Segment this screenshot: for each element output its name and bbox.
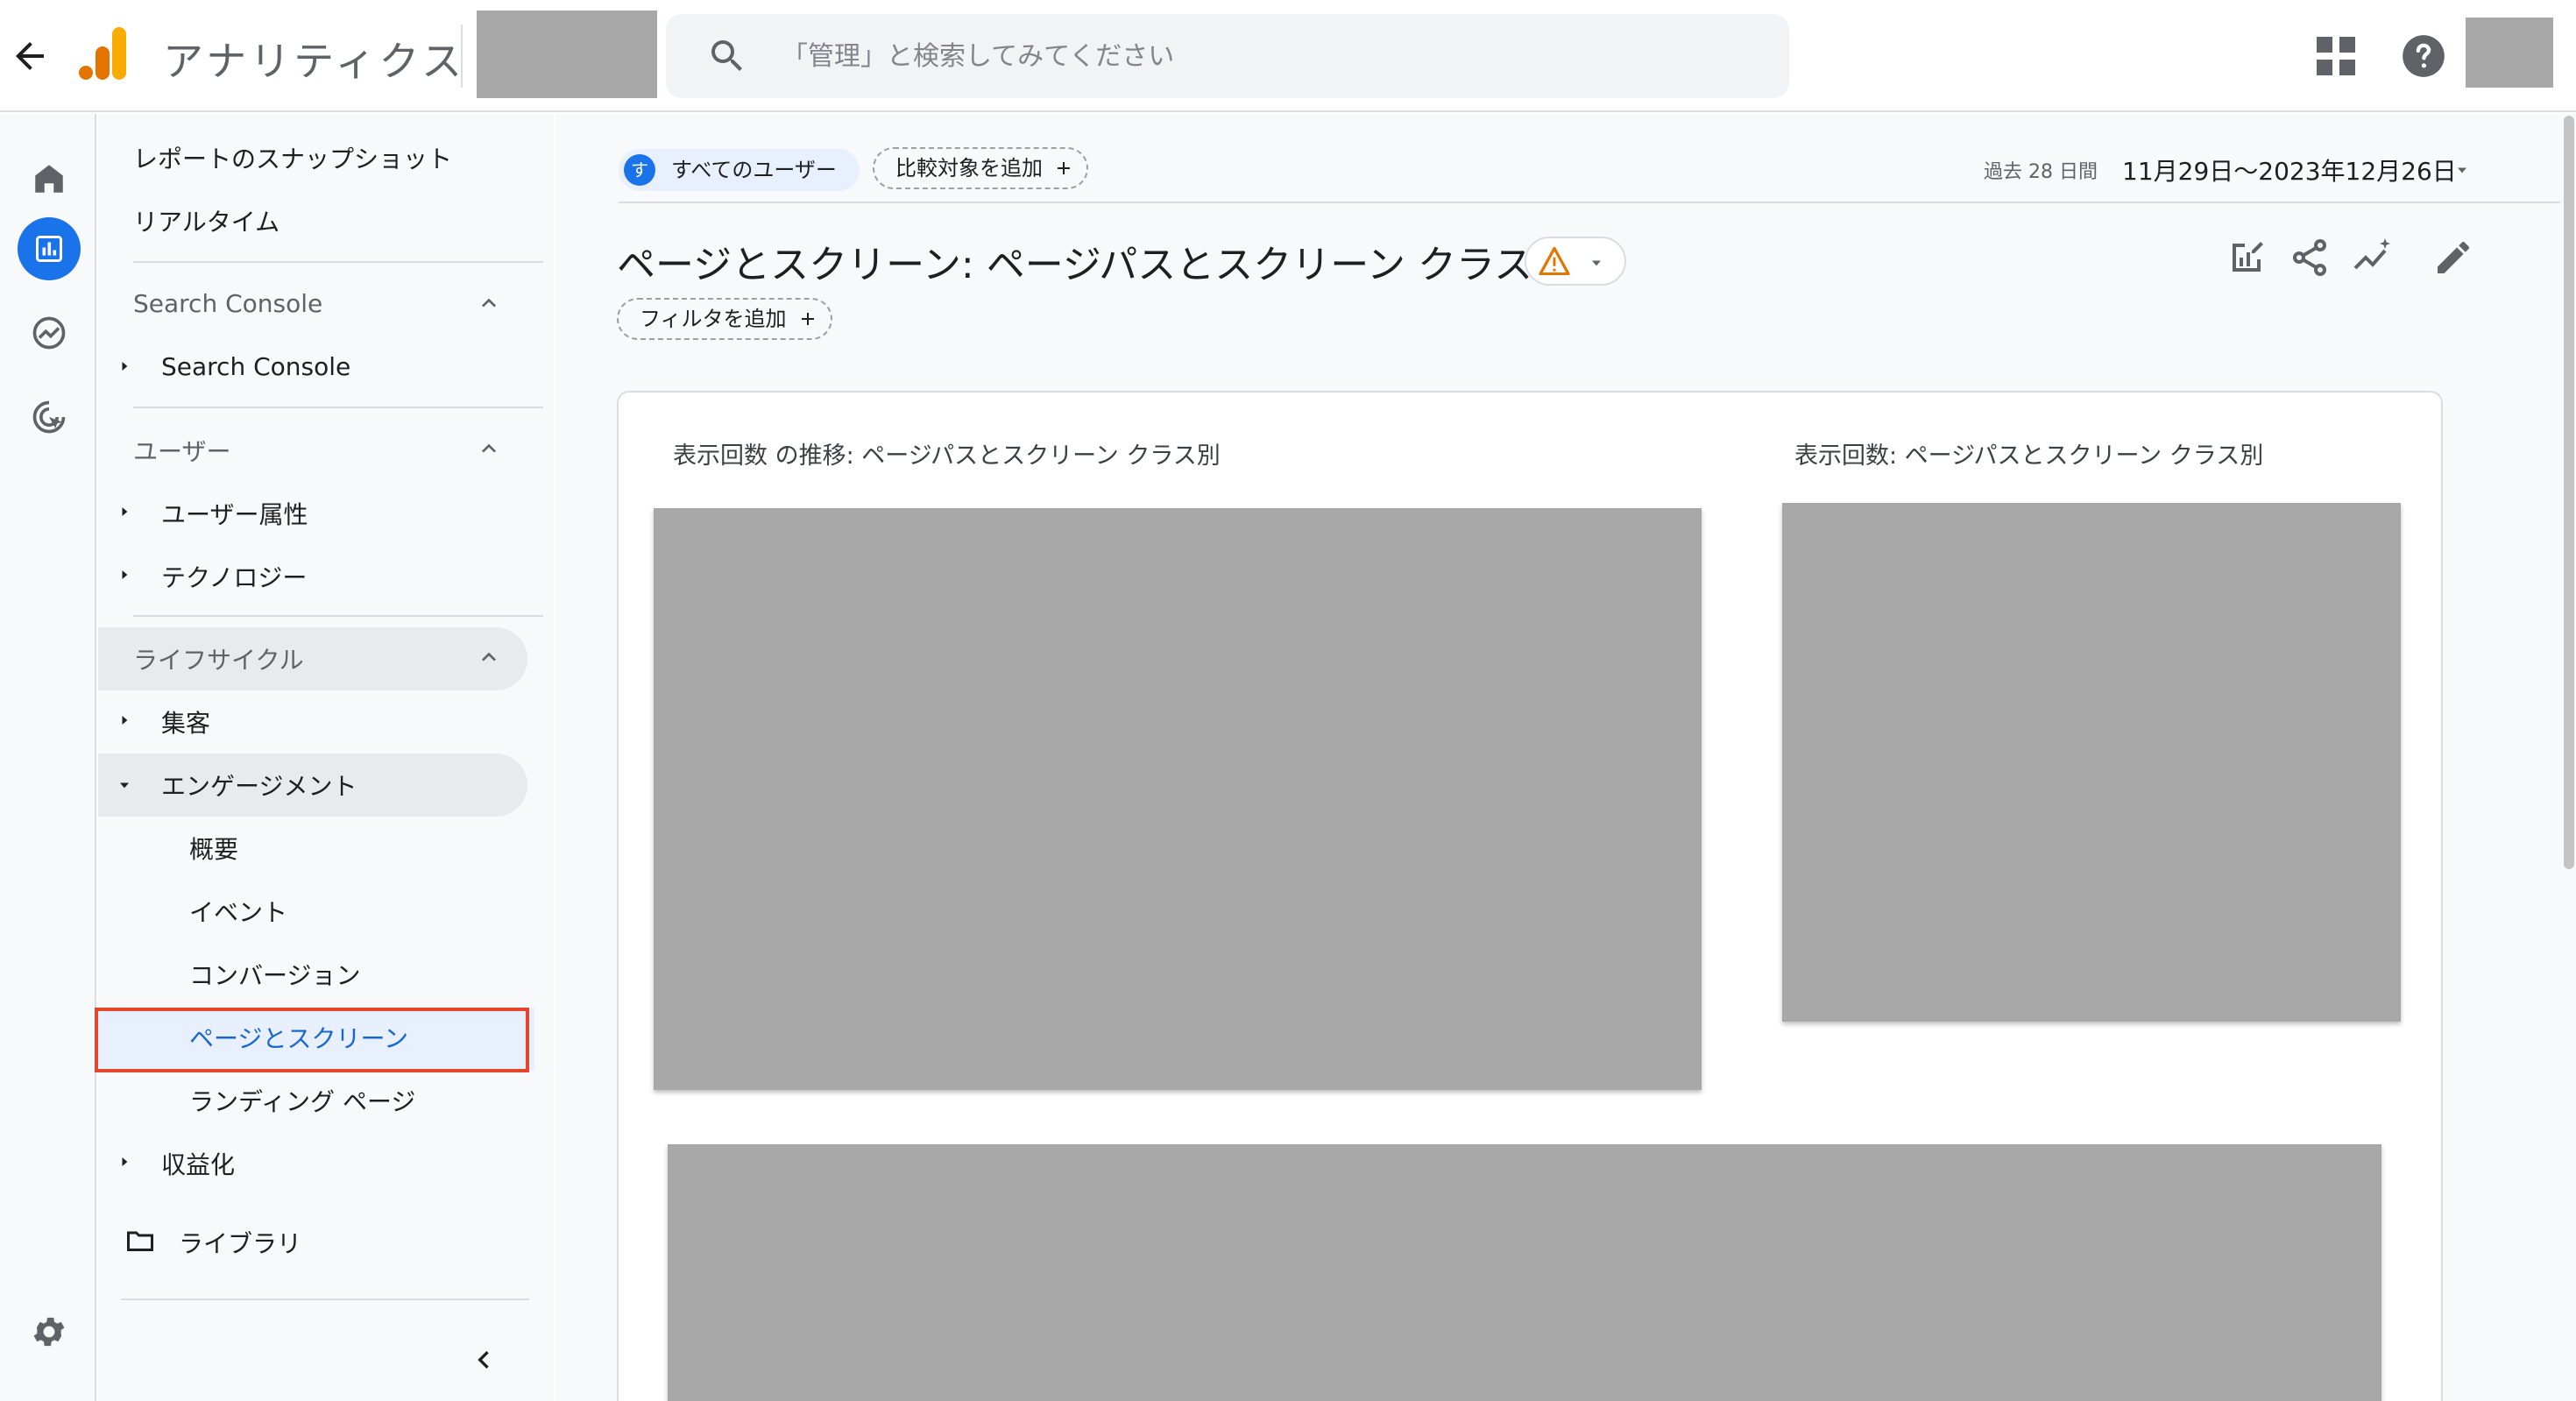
caret-right-icon xyxy=(122,507,128,516)
nav-item-demographics[interactable]: ユーザー属性 xyxy=(161,496,308,531)
add-filter-button[interactable]: フィルタを追加 xyxy=(617,298,832,340)
add-comparison-button[interactable]: 比較対象を追加 xyxy=(873,147,1088,189)
caret-right-icon xyxy=(122,362,128,371)
search-icon xyxy=(711,40,742,71)
rail-admin-button[interactable] xyxy=(18,1300,81,1363)
nav-divider xyxy=(133,407,543,408)
segment-avatar: す xyxy=(624,154,655,186)
nav-section-search-console[interactable]: Search Console xyxy=(133,289,322,318)
date-range-value[interactable]: 11月29日～2023年12月26日 xyxy=(2122,152,2457,188)
nav-divider xyxy=(133,261,543,263)
search-bar[interactable] xyxy=(666,14,1789,98)
report-card: 表示回数 の推移: ページパスとスクリーン クラス別 表示回数: ページパスとス… xyxy=(617,391,2443,1401)
explore-trend-icon xyxy=(32,316,66,350)
page-title: ページとスクリーン: ページパスとスクリーン クラス xyxy=(617,243,1533,287)
page-scrollbar[interactable] xyxy=(2564,116,2574,869)
nav-item-landing-page[interactable]: ランディング ページ xyxy=(189,1083,415,1118)
customize-report-icon[interactable] xyxy=(2226,237,2268,279)
edit-pencil-icon[interactable] xyxy=(2432,237,2474,279)
nav-divider xyxy=(133,615,543,617)
nav-item-monetization[interactable]: 収益化 xyxy=(161,1146,235,1181)
warning-icon xyxy=(1539,247,1570,275)
segment-chip-all-users[interactable]: す すべてのユーザー xyxy=(619,149,860,191)
add-comparison-label: 比較対象を追加 xyxy=(895,156,1043,180)
chevron-up-icon[interactable] xyxy=(475,643,503,671)
line-chart-redacted xyxy=(654,508,1702,1090)
rail-explore-button[interactable] xyxy=(18,301,81,364)
line-chart-title: 表示回数 の推移: ページパスとスクリーン クラス別 xyxy=(673,442,1221,470)
nav-item-engagement[interactable]: エンゲージメント xyxy=(161,768,357,803)
date-range-prefix: 過去 28 日間 xyxy=(1984,161,2098,183)
share-icon[interactable] xyxy=(2289,237,2331,279)
nav-library[interactable]: ライブラリ xyxy=(179,1225,301,1260)
header-divider xyxy=(619,202,2560,203)
nav-report-snapshot[interactable]: レポートのスナップショット xyxy=(133,140,452,175)
nav-item-conversions[interactable]: コンバージョン xyxy=(189,957,360,992)
nav-item-overview[interactable]: 概要 xyxy=(189,831,238,866)
caret-right-icon xyxy=(122,716,128,725)
home-icon xyxy=(35,165,63,193)
account-selector-redacted[interactable] xyxy=(477,11,657,98)
caret-down-icon xyxy=(120,782,129,789)
help-icon[interactable] xyxy=(2401,33,2446,79)
nav-item-acquisition[interactable]: 集客 xyxy=(161,704,210,739)
bar-chart-icon xyxy=(36,236,62,262)
nav-item-search-console[interactable]: Search Console xyxy=(161,352,350,381)
nav-item-technology[interactable]: テクノロジー xyxy=(161,559,307,594)
report-side-nav: レポートのスナップショット リアルタイム Search Console Sear… xyxy=(95,114,554,1401)
report-main-area: す すべてのユーザー 比較対象を追加 過去 28 日間 11月29日～2023年… xyxy=(556,114,2576,1401)
app-title: アナリティクス xyxy=(163,38,465,85)
nav-divider xyxy=(121,1298,529,1300)
date-dropdown-caret-icon[interactable] xyxy=(2453,161,2471,179)
chevron-up-icon[interactable] xyxy=(475,289,503,317)
chevron-down-icon xyxy=(1592,260,1601,266)
rail-reports-button[interactable] xyxy=(18,217,81,280)
add-filter-label: フィルタを追加 xyxy=(640,307,787,331)
data-table-redacted xyxy=(668,1144,2381,1401)
segment-chip-label: すべてのユーザー xyxy=(671,158,837,182)
user-avatar-redacted[interactable] xyxy=(2466,18,2553,88)
topbar-divider xyxy=(461,25,463,88)
apps-grid-icon[interactable] xyxy=(2317,37,2355,75)
settings-gear-icon xyxy=(33,1317,65,1347)
bar-chart-redacted xyxy=(1782,503,2401,1022)
rail-home-button[interactable] xyxy=(18,147,81,210)
collapse-nav-chevron-left-icon[interactable] xyxy=(466,1342,501,1377)
nav-section-user[interactable]: ユーザー xyxy=(133,433,230,468)
analytics-logo-icon[interactable] xyxy=(79,25,128,82)
rail-advertising-button[interactable] xyxy=(18,386,81,449)
nav-realtime[interactable]: リアルタイム xyxy=(133,203,280,238)
plus-icon xyxy=(801,313,814,325)
caret-right-icon xyxy=(122,570,128,579)
caret-right-icon xyxy=(122,1157,128,1166)
bar-chart-title: 表示回数: ページパスとスクリーン クラス別 xyxy=(1794,442,2264,470)
insights-icon[interactable] xyxy=(2352,237,2394,279)
advertising-target-icon xyxy=(32,400,66,434)
nav-item-pages-and-screens[interactable]: ページとスクリーン xyxy=(189,1020,408,1055)
chevron-up-icon[interactable] xyxy=(475,435,503,463)
search-input[interactable] xyxy=(782,14,1763,98)
top-app-bar: アナリティクス xyxy=(0,0,2576,112)
folder-icon xyxy=(127,1231,153,1251)
left-rail xyxy=(0,114,96,1401)
back-arrow-icon[interactable] xyxy=(9,35,51,77)
plus-icon xyxy=(1058,162,1070,174)
nav-item-events[interactable]: イベント xyxy=(189,894,287,929)
nav-section-lifecycle[interactable]: ライフサイクル xyxy=(133,641,304,676)
data-quality-warning-button[interactable] xyxy=(1525,237,1626,286)
